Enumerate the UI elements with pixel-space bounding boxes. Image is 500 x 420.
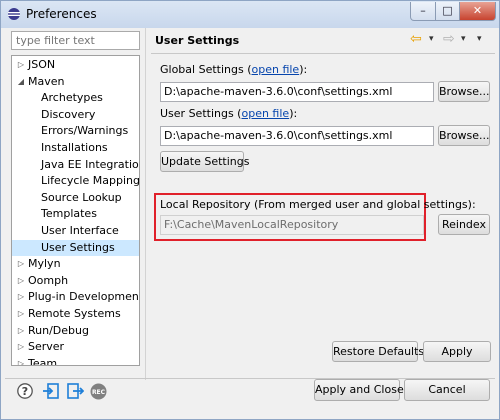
tree-item[interactable]: ▷ Run/Debug: [12, 323, 139, 339]
back-menu-icon[interactable]: ▾: [429, 31, 434, 47]
tree-item[interactable]: ▷ JSON: [12, 57, 139, 73]
local-repository-label: Local Repository (From merged user and g…: [160, 198, 476, 211]
global-settings-field[interactable]: D:\apache-maven-3.6.0\conf\settings.xml: [160, 82, 434, 102]
update-settings-button[interactable]: Update Settings: [160, 151, 249, 172]
page-title: User Settings: [155, 34, 240, 47]
minimize-button[interactable]: –: [410, 2, 436, 21]
expand-arrow-icon[interactable]: ▷: [17, 289, 25, 305]
global-browse-button[interactable]: Browse...: [438, 81, 490, 102]
tree-item[interactable]: ▷ Remote Systems: [12, 306, 139, 322]
apply-and-close-button[interactable]: Apply and Close: [314, 379, 404, 401]
tree-item[interactable]: ▷ Team: [12, 356, 139, 366]
local-repository-field: F:\Cache\MavenLocalRepository: [160, 215, 424, 235]
help-icon[interactable]: ?: [17, 383, 33, 399]
record-icon[interactable]: REC: [90, 383, 107, 400]
cancel-button[interactable]: Cancel: [404, 379, 490, 401]
title-bar[interactable]: Preferences – □ ✕: [1, 1, 499, 28]
tree-item-label: Archetypes: [41, 91, 103, 105]
tree-item[interactable]: Templates: [12, 206, 139, 222]
expand-arrow-icon[interactable]: ▷: [17, 306, 25, 322]
tree-item[interactable]: ◢ Maven: [12, 74, 139, 90]
preferences-window: Preferences – □ ✕ ▷JSON◢MavenArchetypesD…: [0, 0, 500, 420]
tree-item-label: Errors/Warnings: [41, 124, 129, 138]
eclipse-app-icon: [8, 8, 20, 20]
tree-item-label: User Settings: [41, 240, 115, 254]
view-menu-icon[interactable]: ▾: [477, 31, 482, 47]
user-open-file-link[interactable]: open file: [241, 107, 289, 120]
tree-item-label: Team: [28, 356, 58, 366]
tree-item-label: Templates: [41, 207, 97, 221]
expand-arrow-icon[interactable]: ▷: [17, 356, 25, 365]
user-settings-label: User Settings (open file):: [160, 107, 298, 120]
expand-arrow-icon[interactable]: ▷: [17, 273, 25, 289]
tree-item-label: User Interface: [41, 224, 119, 237]
filter-input[interactable]: [11, 31, 140, 50]
tree-item[interactable]: Installations: [12, 140, 139, 156]
expand-arrow-icon[interactable]: ▷: [17, 339, 25, 355]
export-icon[interactable]: [66, 382, 84, 400]
maximize-button[interactable]: □: [435, 2, 460, 21]
tree-item[interactable]: Lifecycle Mappings: [12, 173, 139, 189]
tree-item-label: Installations: [41, 141, 108, 154]
dialog-client-area: ▷JSON◢MavenArchetypesDiscoveryErrors/War…: [5, 28, 495, 416]
apply-button[interactable]: Apply: [423, 341, 491, 362]
tree-item[interactable]: ▷ Mylyn: [12, 256, 139, 272]
tree-item-label: Lifecycle Mappings: [41, 174, 140, 188]
tree-item[interactable]: ▷ Plug-in Development: [12, 289, 139, 305]
tree-item-label: Source Lookup: [41, 190, 122, 204]
tree-item[interactable]: ▷ Server: [12, 339, 139, 355]
tree-item-label: Mylyn: [28, 257, 61, 271]
preferences-tree[interactable]: ▷ JSON ◢ Maven Archetypes Discovery Errors/War…: [11, 55, 140, 366]
rec-badge-text: REC: [92, 389, 106, 396]
expand-arrow-icon[interactable]: ▷: [17, 323, 25, 339]
tree-item-label: Maven: [28, 74, 65, 88]
tree-item-label: Discovery: [41, 107, 96, 121]
tree-item[interactable]: ▷ Oomph: [12, 273, 139, 289]
tree-item[interactable]: User Settings: [12, 239, 139, 256]
tree-item[interactable]: Source Lookup: [12, 190, 139, 206]
import-icon[interactable]: [42, 382, 60, 400]
reindex-button[interactable]: Reindex: [438, 214, 490, 235]
tree-item[interactable]: Errors/Warnings: [12, 123, 139, 139]
header-separator: [151, 53, 495, 54]
tree-item-label: Oomph: [28, 273, 69, 287]
tree-item-label: Java EE Integration: [41, 157, 140, 171]
user-browse-button[interactable]: Browse...: [438, 125, 490, 146]
global-settings-label: Global Settings (open file):: [160, 63, 308, 76]
collapse-arrow-icon[interactable]: ◢: [17, 74, 25, 90]
back-arrow-icon[interactable]: ⇦: [410, 31, 422, 47]
user-settings-field[interactable]: D:\apache-maven-3.6.0\conf\settings.xml: [160, 126, 434, 146]
tree-item-label: JSON: [28, 58, 56, 71]
window-title: Preferences: [26, 7, 97, 21]
forward-menu-icon[interactable]: ▾: [461, 31, 466, 47]
tree-item[interactable]: User Interface: [12, 223, 139, 239]
tree-item-label: Remote Systems: [28, 307, 121, 320]
panel-sash[interactable]: [145, 28, 146, 380]
forward-arrow-icon[interactable]: ⇨: [443, 31, 455, 47]
tree-item-label: Plug-in Development: [28, 290, 140, 304]
tree-item-label: Server: [28, 340, 65, 354]
restore-defaults-button[interactable]: Restore Defaults: [332, 341, 424, 362]
svg-text:?: ?: [22, 385, 28, 398]
expand-arrow-icon[interactable]: ▷: [17, 57, 25, 73]
global-open-file-link[interactable]: open file: [252, 63, 300, 76]
tree-item[interactable]: Archetypes: [12, 90, 139, 106]
tree-item[interactable]: Java EE Integration: [12, 157, 139, 173]
expand-arrow-icon[interactable]: ▷: [17, 256, 25, 272]
tree-item[interactable]: Discovery: [12, 107, 139, 123]
close-button[interactable]: ✕: [459, 2, 496, 21]
tree-item-label: Run/Debug: [28, 323, 89, 337]
